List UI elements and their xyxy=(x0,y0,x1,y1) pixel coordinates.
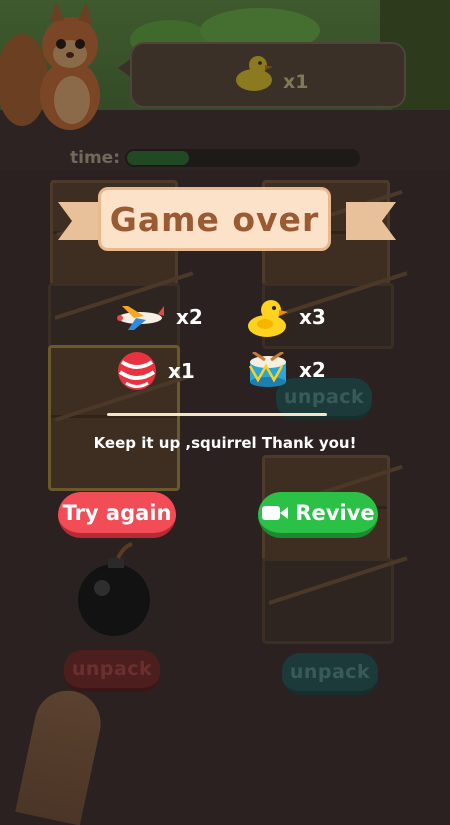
unpack-button[interactable]: unpack xyxy=(64,650,160,692)
try-again-label: Try again xyxy=(62,500,172,525)
video-camera-icon xyxy=(261,503,289,523)
rubber-duck-icon xyxy=(248,300,288,337)
reward-candy: x1 xyxy=(116,350,195,392)
pointing-finger xyxy=(15,684,107,825)
game-scene: x1 time: unpack unpack unpack xyxy=(0,0,450,825)
reward-count: x2 xyxy=(176,305,203,329)
rubber-duck-icon xyxy=(236,56,273,91)
squirrel-character xyxy=(0,2,100,130)
reward-duck: x3 xyxy=(245,296,326,338)
divider xyxy=(107,413,327,416)
toy-airplane-icon xyxy=(117,306,164,330)
time-progress-fill xyxy=(127,151,189,165)
reward-drum: x2 xyxy=(247,352,326,388)
encouragement-message: Keep it up ,squirrel Thank you! xyxy=(93,434,357,452)
unpack-button[interactable]: unpack xyxy=(282,653,378,695)
bomb-icon xyxy=(78,542,150,636)
reward-count: x3 xyxy=(299,305,326,329)
reward-airplane: x2 xyxy=(114,302,203,332)
reward-count: x2 xyxy=(299,358,326,382)
reward-count: x1 xyxy=(168,359,195,383)
toy-drum-icon xyxy=(248,352,286,387)
order-count: x1 xyxy=(283,71,309,93)
time-label: time: xyxy=(70,148,120,168)
revive-label: Revive xyxy=(295,500,375,525)
game-over-title: Game over xyxy=(109,199,320,239)
crate xyxy=(262,556,408,644)
title-panel: Game over xyxy=(98,187,331,251)
revive-button[interactable]: Revive xyxy=(258,492,378,538)
try-again-button[interactable]: Try again xyxy=(58,492,176,538)
candy-ball-icon xyxy=(118,352,156,390)
